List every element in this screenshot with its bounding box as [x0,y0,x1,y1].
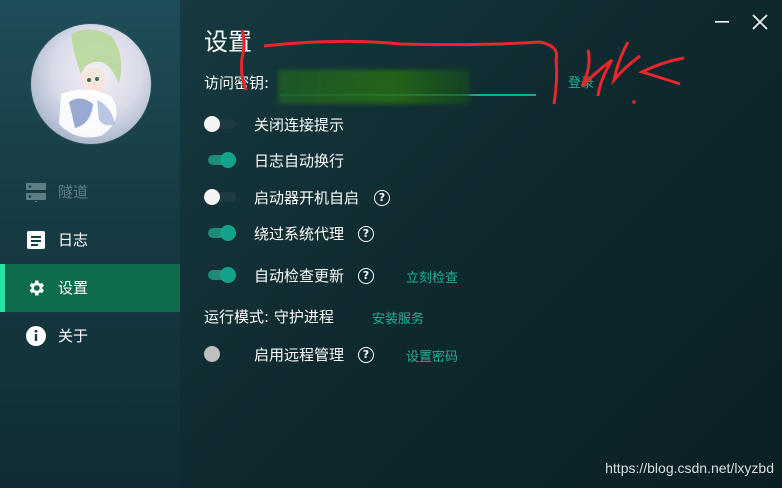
help-icon[interactable]: ? [358,268,374,284]
login-link[interactable]: 登录 [568,72,594,91]
toggle-switch[interactable] [204,116,236,132]
option-label: 日志自动换行 [254,152,345,170]
option-label: 绕过系统代理 [254,225,345,243]
set-password-link[interactable]: 设置密码 [406,346,458,365]
sidebar-item-settings[interactable]: 设置 [0,264,180,312]
option-label: 启用远程管理 [254,346,345,364]
settings-panel: 设置 访问密钥: 登录 关闭连接提示 日志自动换行 启动器开机自启 ? 绕过系统… [180,0,782,488]
toggle-switch[interactable] [204,267,236,283]
toggle-switch[interactable] [204,152,236,168]
close-icon[interactable] [750,12,770,32]
option-label: 启动器开机自启 [254,189,360,207]
log-document-icon [27,231,45,249]
help-icon[interactable]: ? [358,347,374,363]
run-mode-label: 运行模式: 守护进程 [204,308,334,326]
page-title: 设置 [204,28,252,56]
option-label: 自动检查更新 [254,267,345,285]
toggle-switch[interactable] [204,225,236,241]
gear-icon [29,280,44,296]
minimize-icon[interactable] [712,12,732,32]
redacted-key-overlay [278,70,470,104]
sidebar-item-label: 日志 [58,231,89,249]
server-icon [26,183,46,202]
help-icon[interactable]: ? [358,226,374,242]
toggle-switch[interactable] [204,346,236,362]
sidebar-item-label: 关于 [58,327,89,345]
sidebar: 隧道 日志 设置 关于 [0,0,180,488]
install-service-link[interactable]: 安装服务 [372,308,424,327]
sidebar-item-log[interactable]: 日志 [0,216,180,264]
sidebar-item-label: 隧道 [58,183,89,201]
user-avatar[interactable] [31,24,151,144]
watermark-text: https://blog.csdn.net/lxyzbd [605,460,774,476]
help-icon[interactable]: ? [374,190,390,206]
check-now-link[interactable]: 立刻检查 [406,267,458,286]
anime-avatar-image [59,29,122,138]
access-key-label: 访问密钥: [204,74,270,92]
option-label: 关闭连接提示 [254,116,345,134]
red-annotation-drawing [240,29,685,105]
info-icon [26,326,46,346]
toggle-switch[interactable] [204,189,236,205]
sidebar-item-tunnel[interactable]: 隧道 [0,168,180,216]
sidebar-item-label: 设置 [58,279,89,297]
sidebar-item-about[interactable]: 关于 [0,312,180,360]
